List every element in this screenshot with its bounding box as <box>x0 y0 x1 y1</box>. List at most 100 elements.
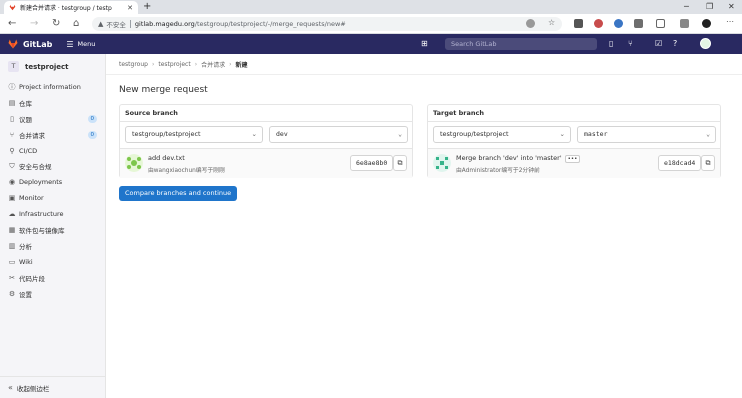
sidebar-item-settings[interactable]: ⚙ 设置 <box>0 286 105 302</box>
extension-red-icon[interactable] <box>594 19 603 28</box>
merge-requests-nav-icon[interactable]: ⑂ <box>628 39 633 48</box>
sidebar-item-merge-requests[interactable]: ⑂ 合并请求 0 <box>0 127 105 143</box>
chevron-down-icon: ⌄ <box>398 130 402 138</box>
sidebar-item-infrastructure[interactable]: ☁ Infrastructure <box>0 206 105 222</box>
user-avatar[interactable] <box>700 38 711 49</box>
sidebar-item-label: CI/CD <box>19 146 38 155</box>
breadcrumb-item[interactable]: testproject <box>158 61 190 68</box>
reload-icon[interactable]: ↻ <box>52 18 60 30</box>
collapse-sidebar-button[interactable]: « 收起侧边栏 <box>0 376 105 398</box>
breadcrumb-item[interactable]: 合并请求 <box>201 60 225 69</box>
sidebar-item-project-information[interactable]: ⓘ Project information <box>0 79 105 95</box>
forward-icon[interactable]: → <box>30 18 38 30</box>
source-branch-panel: Source branch testgroup/testproject ⌄ de… <box>119 104 413 178</box>
sidebar-item-monitor[interactable]: ▣ Monitor <box>0 190 105 206</box>
breadcrumb-current[interactable]: 新建 <box>236 60 248 69</box>
source-branch-select[interactable]: dev ⌄ <box>269 126 408 143</box>
source-commit: add dev.txt 由wangxiaochun编写于刚刚 6e8ae8b0 … <box>120 148 412 178</box>
rocket-icon: ⚲ <box>9 146 15 155</box>
sidebar-item-label: Monitor <box>19 194 44 203</box>
compare-branches-button[interactable]: Compare branches and continue <box>119 186 238 201</box>
copy-icon[interactable]: ⧉ <box>701 155 715 171</box>
more-icon[interactable]: ⋯ <box>726 17 735 26</box>
sidebar-item-repository[interactable]: ▤ 仓库 <box>0 95 105 111</box>
sidebar-item-security[interactable]: ⛉ 安全与合规 <box>0 158 105 174</box>
sidebar-item-deployments[interactable]: ◉ Deployments <box>0 174 105 190</box>
sidebar-item-cicd[interactable]: ⚲ CI/CD <box>0 143 105 159</box>
url-text: gitlab.magedu.org/testgroup/testproject/… <box>135 20 346 28</box>
project-name: testproject <box>25 62 69 71</box>
sidebar-item-analytics[interactable]: ▥ 分析 <box>0 238 105 254</box>
issues-count-badge: 0 <box>87 114 97 123</box>
commit-meta: 由wangxiaochun编写于刚刚 <box>148 168 225 174</box>
commit-author-avatar[interactable] <box>125 154 143 172</box>
deployments-icon: ◉ <box>8 178 16 187</box>
account-avatar-icon[interactable] <box>702 19 711 28</box>
create-new-icon[interactable]: ⊞ <box>421 39 428 48</box>
tab-close-icon[interactable]: ✕ <box>127 4 133 12</box>
commit-sha[interactable]: 6e8ae8b0 <box>350 155 394 171</box>
commit-author-avatar[interactable] <box>433 154 451 172</box>
search-input[interactable]: Search GitLab <box>445 38 597 50</box>
project-avatar: T <box>8 61 19 72</box>
gitlab-logo-icon[interactable] <box>8 39 18 49</box>
book-icon: ▭ <box>8 257 16 266</box>
tab-title: 新建合并请求 · testgroup / testp <box>20 5 112 12</box>
extension-icon[interactable] <box>574 19 583 28</box>
divider <box>129 20 131 28</box>
sidebar-item-packages[interactable]: ▦ 软件包与镜像库 <box>0 222 105 238</box>
extension-blue-icon[interactable] <box>614 19 623 28</box>
menu-button[interactable]: Menu <box>78 40 96 48</box>
extension-gray-icon[interactable] <box>634 19 643 28</box>
sidebar-item-label: 代码片段 <box>19 274 45 283</box>
breadcrumb-item[interactable]: testgroup <box>119 61 148 68</box>
copy-icon[interactable]: ⧉ <box>393 155 407 171</box>
commit-sha[interactable]: e18dcad4 <box>658 155 702 171</box>
maximize-icon[interactable]: ❐ <box>706 2 713 11</box>
minimize-icon[interactable]: ─ <box>684 2 689 11</box>
gitlab-favicon-icon <box>9 4 16 11</box>
star-icon[interactable]: ☆ <box>548 18 557 27</box>
expand-ellipsis-button[interactable]: ••• <box>564 155 581 163</box>
project-sidebar: T testproject ⓘ Project information ▤ 仓库 ▯… <box>0 54 106 398</box>
target-project-select[interactable]: testgroup/testproject ⌄ <box>433 126 571 143</box>
sidebar-item-wiki[interactable]: ▭ Wiki <box>0 254 105 270</box>
todos-icon[interactable]: ☑ <box>655 39 662 48</box>
gear-icon: ⚙ <box>8 289 16 298</box>
sidebar-item-snippets[interactable]: ✂ 代码片段 <box>0 270 105 286</box>
repository-icon: ▤ <box>8 98 16 107</box>
sidebar-item-issues[interactable]: ▯ 议题 0 <box>0 111 105 127</box>
commit-title-text[interactable]: Merge branch 'dev' into 'master' <box>456 154 562 162</box>
home-icon[interactable]: ⌂ <box>73 18 79 30</box>
browser-tab[interactable]: 新建合并请求 · testgroup / testp ✕ <box>4 1 138 14</box>
source-project-select[interactable]: testgroup/testproject ⌄ <box>125 126 263 143</box>
profile-icon[interactable] <box>680 19 689 28</box>
shield-icon: ⛉ <box>9 161 15 170</box>
browser-toolbar: ← → ↻ ⌂ ▲ 不安全 gitlab.magedu.org/testgrou… <box>0 14 742 34</box>
collections-icon[interactable] <box>656 19 665 28</box>
target-branch-select[interactable]: master ⌄ <box>577 126 716 143</box>
sidebar-item-label: 议题 <box>19 115 32 124</box>
help-icon[interactable]: ? <box>673 39 677 48</box>
close-window-icon[interactable]: ✕ <box>728 2 735 11</box>
chart-icon: ▥ <box>8 241 16 250</box>
new-tab-icon[interactable]: + <box>143 1 151 13</box>
commit-title[interactable]: add dev.txt <box>148 154 185 162</box>
project-header[interactable]: T testproject <box>0 54 105 79</box>
package-icon: ▦ <box>8 225 16 234</box>
sidebar-item-label: Wiki <box>19 257 33 266</box>
hamburger-icon[interactable]: ☰ <box>66 40 73 49</box>
chevron-right-icon: › <box>229 61 232 68</box>
source-branch-value: dev <box>276 130 288 138</box>
chevron-down-icon: ⌄ <box>706 130 710 138</box>
divider <box>106 74 742 75</box>
target-branch-panel: Target branch testgroup/testproject ⌄ ma… <box>427 104 721 178</box>
gitlab-brand[interactable]: GitLab <box>23 40 52 49</box>
infrastructure-icon: ☁ <box>8 210 16 219</box>
sidebar-item-label: Deployments <box>19 178 63 187</box>
translate-icon[interactable] <box>526 19 535 28</box>
snippet-icon: ✂ <box>9 273 15 282</box>
address-bar[interactable]: ▲ 不安全 gitlab.magedu.org/testgroup/testpr… <box>92 17 562 31</box>
back-icon[interactable]: ← <box>8 18 16 30</box>
issues-nav-icon[interactable]: ▯ <box>609 39 613 48</box>
